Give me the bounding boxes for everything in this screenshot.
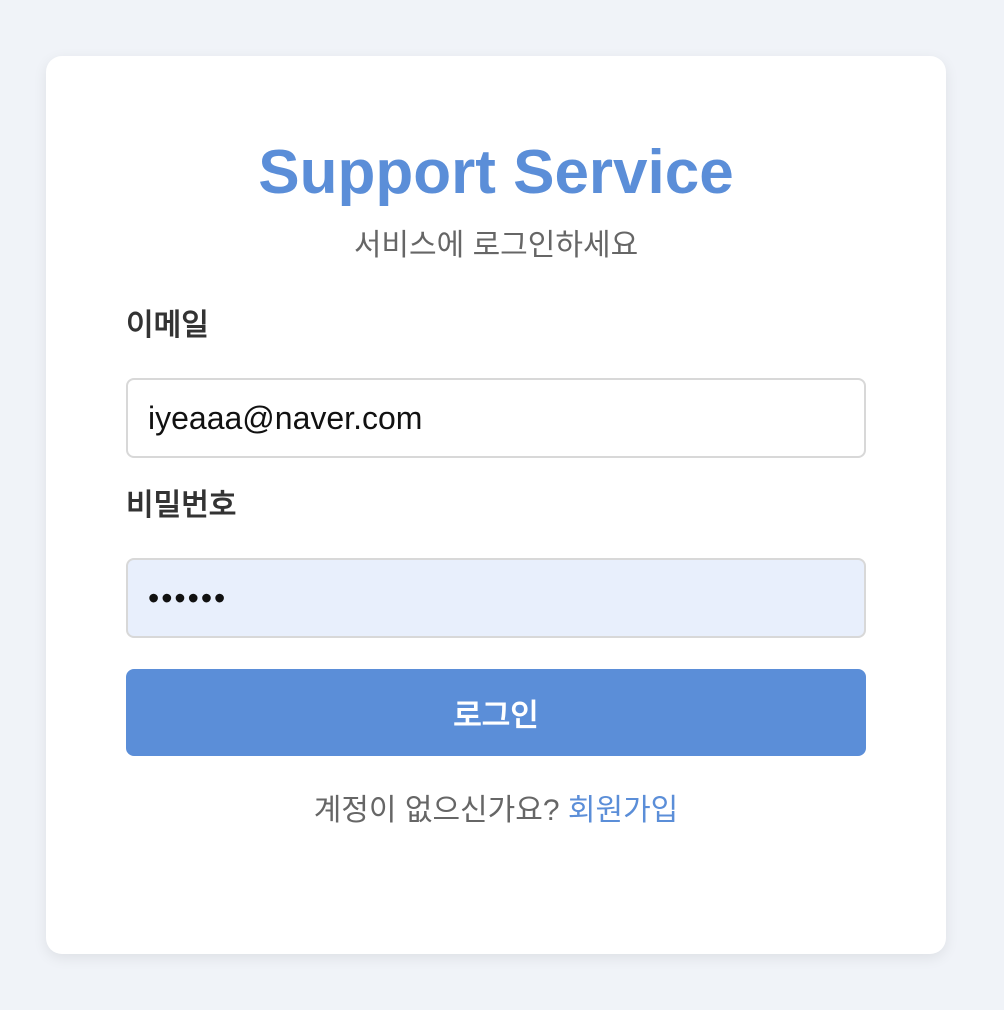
signup-link[interactable]: 회원가입 — [568, 794, 678, 827]
password-field[interactable] — [126, 558, 866, 638]
email-field[interactable] — [126, 378, 866, 458]
page-subtitle: 서비스에 로그인하세요 — [353, 229, 639, 262]
page-title: Support Service — [258, 138, 734, 207]
email-label: 이메일 — [126, 309, 209, 342]
signup-row: 계정이 없으신가요? 회원가입 — [46, 793, 946, 829]
signup-prompt: 계정이 없으신가요? — [313, 794, 560, 827]
login-card: Support Service 서비스에 로그인하세요 이메일 비밀번호 로그인… — [46, 56, 946, 954]
login-button[interactable]: 로그인 — [126, 669, 866, 756]
password-label: 비밀번호 — [126, 489, 237, 522]
